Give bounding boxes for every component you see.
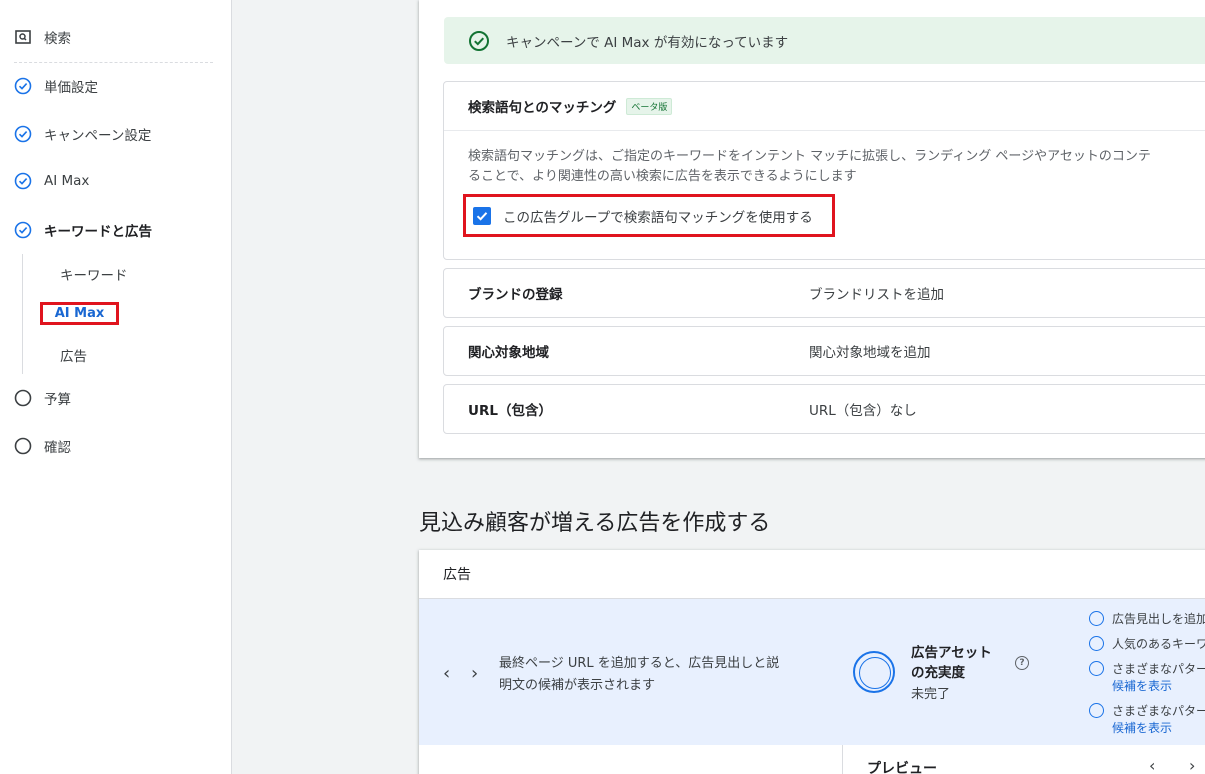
nav-review-label: 確認 bbox=[44, 440, 71, 456]
show-suggestions-link[interactable]: 候補を表示 bbox=[1112, 719, 1205, 736]
ad-message-line1: 最終ページ URL を追加すると、広告見出しと説 bbox=[499, 656, 780, 671]
ad-strength-ring-icon bbox=[853, 651, 895, 693]
empty-circle-icon bbox=[1089, 636, 1104, 651]
suggestion-item[interactable]: さまざまなパター 候補を表示 bbox=[1089, 702, 1205, 736]
matching-checkbox[interactable] bbox=[473, 206, 491, 225]
sidebar: 検索 単価設定 キャンペーン設定 AI Max キーワードと広告 キーワード A… bbox=[0, 0, 232, 774]
check-circle-icon bbox=[14, 172, 32, 190]
ad-card-header: 広告 bbox=[419, 550, 1205, 599]
check-circle-icon bbox=[14, 221, 32, 239]
suggestion-text: 広告見出しを追加 bbox=[1112, 612, 1205, 626]
check-circle-icon bbox=[14, 125, 32, 143]
nav-bid[interactable]: 単価設定 bbox=[14, 76, 98, 96]
ad-strength-status: 未完了 bbox=[911, 687, 951, 702]
empty-circle-icon bbox=[14, 437, 32, 455]
location-label: 関心対象地域 bbox=[468, 345, 549, 361]
matching-checkbox-label: この広告グループで検索語句マッチングを使用する bbox=[503, 209, 813, 226]
subnav-line bbox=[22, 254, 23, 374]
ad-strength-title: 広告アセット の充実度 bbox=[911, 643, 992, 683]
matching-desc-line2: ることで、より関連性の高い検索に広告を表示できるようにします bbox=[468, 169, 857, 184]
search-box-icon bbox=[15, 30, 31, 44]
suggestion-item[interactable]: さまざまなパター 候補を表示 bbox=[1089, 660, 1205, 694]
brand-label: ブランドの登録 bbox=[468, 287, 563, 303]
location-row: 関心対象地域 関心対象地域を追加 bbox=[443, 326, 1205, 376]
add-brand-list-link[interactable]: ブランドリストを追加 bbox=[809, 283, 944, 303]
nav-bid-label: 単価設定 bbox=[44, 80, 98, 96]
nav-keywords-ads-label: キーワードと広告 bbox=[44, 224, 152, 240]
matching-header: 検索語句とのマッチング ベータ版 bbox=[444, 82, 1205, 131]
suggestion-item[interactable]: 広告見出しを追加 bbox=[1089, 610, 1205, 627]
matching-title: 検索語句とのマッチング bbox=[468, 100, 617, 116]
ad-card: 広告 ‹ › 最終ページ URL を追加すると、広告見出しと説 明文の候補が表示… bbox=[419, 550, 1205, 774]
ad-message-line2: 明文の候補が表示されます bbox=[499, 678, 656, 693]
subnav-ads[interactable]: 広告 bbox=[60, 345, 87, 365]
aimax-enabled-banner: キャンペーンで AI Max が有効になっています bbox=[444, 17, 1205, 64]
check-circle-icon bbox=[14, 77, 32, 95]
preview-title: プレビュー bbox=[867, 761, 937, 774]
nav-aimax-label: AI Max bbox=[44, 173, 90, 189]
section-title: 見込み顧客が増える広告を作成する bbox=[419, 511, 771, 536]
nav-aimax[interactable]: AI Max bbox=[14, 172, 89, 190]
preview-next-icon[interactable]: › bbox=[1189, 756, 1195, 774]
ad-strength-title-line2: の充実度 bbox=[911, 665, 965, 681]
suggestion-text: さまざまなパター bbox=[1112, 662, 1205, 676]
preview-prev-icon[interactable]: ‹ bbox=[1149, 756, 1155, 774]
subnav-aimax[interactable]: AI Max bbox=[40, 302, 119, 325]
suggestion-text: 人気のあるキーワ bbox=[1112, 637, 1205, 651]
help-icon[interactable]: ? bbox=[1015, 656, 1029, 670]
prev-arrow-icon[interactable]: ‹ bbox=[443, 663, 450, 684]
next-arrow-icon[interactable]: › bbox=[471, 663, 478, 684]
ad-message: 最終ページ URL を追加すると、広告見出しと説 明文の候補が表示されます bbox=[499, 653, 779, 697]
nav-budget[interactable]: 予算 bbox=[14, 388, 71, 408]
nav-search-label: 検索 bbox=[44, 31, 71, 47]
beta-badge: ベータ版 bbox=[626, 97, 673, 115]
brand-row: ブランドの登録 ブランドリストを追加 bbox=[443, 268, 1205, 318]
show-suggestions-link[interactable]: 候補を表示 bbox=[1112, 677, 1205, 694]
url-include-row: URL（包含） URL（包含）なし bbox=[443, 384, 1205, 434]
empty-circle-icon bbox=[14, 389, 32, 407]
empty-circle-icon bbox=[1089, 661, 1104, 676]
suggestion-text: さまざまなパター bbox=[1112, 704, 1205, 718]
checkmark-icon bbox=[476, 211, 488, 221]
suggestion-item[interactable]: 人気のあるキーワ bbox=[1089, 635, 1205, 652]
check-circle-icon bbox=[469, 30, 489, 51]
search-term-matching-panel: 検索語句とのマッチング ベータ版 検索語句マッチングは、ご指定のキーワードをイン… bbox=[443, 81, 1205, 260]
url-include-label: URL（包含） bbox=[468, 403, 552, 419]
empty-circle-icon bbox=[1089, 703, 1104, 718]
ad-strength-title-line1: 広告アセット bbox=[911, 645, 992, 661]
nav-review[interactable]: 確認 bbox=[14, 436, 71, 456]
matching-checkbox-row[interactable]: この広告グループで検索語句マッチングを使用する bbox=[463, 194, 835, 237]
add-location-link[interactable]: 関心対象地域を追加 bbox=[809, 341, 931, 361]
matching-description: 検索語句マッチングは、ご指定のキーワードをインテント マッチに拡張し、ランディン… bbox=[468, 147, 1205, 187]
empty-circle-icon bbox=[1089, 611, 1104, 626]
nav-budget-label: 予算 bbox=[44, 392, 71, 408]
nav-campaign-label: キャンペーン設定 bbox=[44, 128, 152, 144]
nav-keywords-ads[interactable]: キーワードと広告 bbox=[14, 220, 152, 240]
ad-bottom-divider bbox=[842, 745, 843, 774]
subnav-keywords[interactable]: キーワード bbox=[60, 264, 128, 284]
matching-desc-line1: 検索語句マッチングは、ご指定のキーワードをインテント マッチに拡張し、ランディン… bbox=[468, 149, 1151, 164]
nav-campaign[interactable]: キャンペーン設定 bbox=[14, 124, 151, 144]
banner-text: キャンペーンで AI Max が有効になっています bbox=[506, 34, 789, 51]
url-include-value[interactable]: URL（包含）なし bbox=[809, 399, 917, 419]
nav-search[interactable]: 検索 bbox=[14, 27, 71, 47]
sidebar-divider bbox=[14, 62, 213, 63]
